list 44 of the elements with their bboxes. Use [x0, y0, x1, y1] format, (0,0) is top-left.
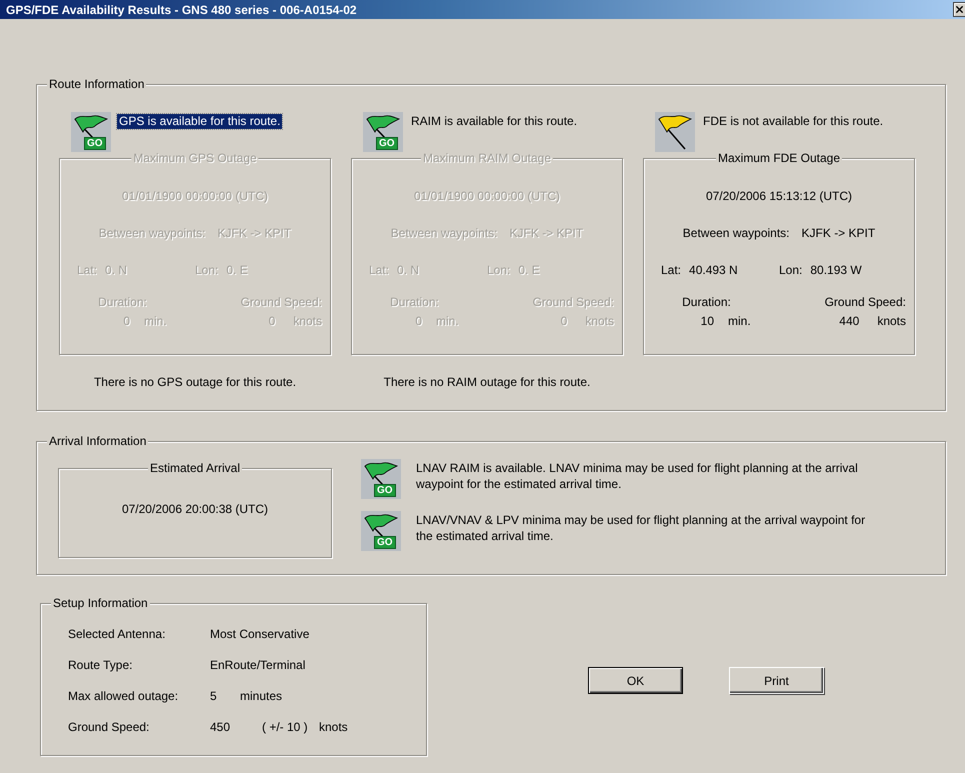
field-label: Between waypoints: — [682, 226, 790, 241]
field-label: Duration: — [682, 295, 731, 310]
outage-note: There is no RAIM outage for this route. — [382, 375, 592, 390]
setup-label: Max allowed outage: — [68, 688, 180, 705]
field-label: Lon: — [779, 263, 802, 278]
unit-label: min. — [728, 314, 751, 329]
outage-time: 07/20/2006 15:13:12 (UTC) — [706, 189, 852, 204]
go-badge: GO — [374, 536, 396, 549]
speed-value: 440 — [839, 314, 860, 329]
field-label: Lat: — [661, 263, 682, 278]
status-text: RAIM is available for this route. — [410, 114, 578, 129]
dialog-button[interactable]: OK — [588, 667, 683, 694]
latitude-value: 40.493 N — [689, 263, 738, 278]
window-title: GPS/FDE Availability Results - GNS 480 series - 006-A0154-02 — [6, 2, 357, 16]
group-title: Maximum FDE Outage — [716, 151, 842, 166]
close-button[interactable] — [953, 2, 965, 17]
waypoints-value: KJFK -> KPIT — [802, 226, 876, 241]
arrival-message: LNAV RAIM is available. LNAV minima may be used for flight planning at the arrival waypoint for the estimated arrival time. — [416, 460, 859, 492]
go-badge: GO — [376, 137, 398, 150]
dialog-button[interactable]: Print — [729, 667, 824, 694]
arrival-time: 07/20/2006 20:00:38 (UTC) — [122, 502, 268, 518]
setup-label: Route Type: — [68, 657, 134, 674]
setup-value: Most Conservative — [210, 626, 310, 643]
setup-label: Ground Speed: — [68, 719, 150, 736]
unit-label: knots — [319, 719, 348, 736]
longitude-value: 80.193 W — [810, 263, 862, 278]
tolerance-text: ( +/- 10 ) — [262, 719, 309, 736]
go-badge: GO — [374, 484, 396, 497]
close-icon — [954, 4, 965, 15]
status-text: GPS is available for this route. — [117, 114, 282, 129]
status-text: FDE is not available for this route. — [702, 114, 884, 129]
go-badge: GO — [84, 137, 106, 150]
flag-icon — [655, 112, 695, 152]
unit-label: knots — [877, 314, 906, 329]
arrival-message: LNAV/VNAV & LPV minima may be used for flight planning at the arrival waypoint for the estimated arrival time. — [416, 512, 866, 544]
outage-note: There is no GPS outage for this route. — [92, 375, 298, 390]
group-title: Setup Information — [51, 596, 150, 611]
setup-value: EnRoute/Terminal — [210, 657, 306, 674]
setup-value: 5 — [210, 688, 218, 705]
setup-value: 450 — [210, 719, 232, 736]
field-label: Ground Speed: — [824, 295, 906, 310]
unit-label: minutes — [240, 688, 282, 705]
duration-value: 10 — [700, 314, 714, 329]
setup-label: Selected Antenna: — [68, 626, 166, 643]
